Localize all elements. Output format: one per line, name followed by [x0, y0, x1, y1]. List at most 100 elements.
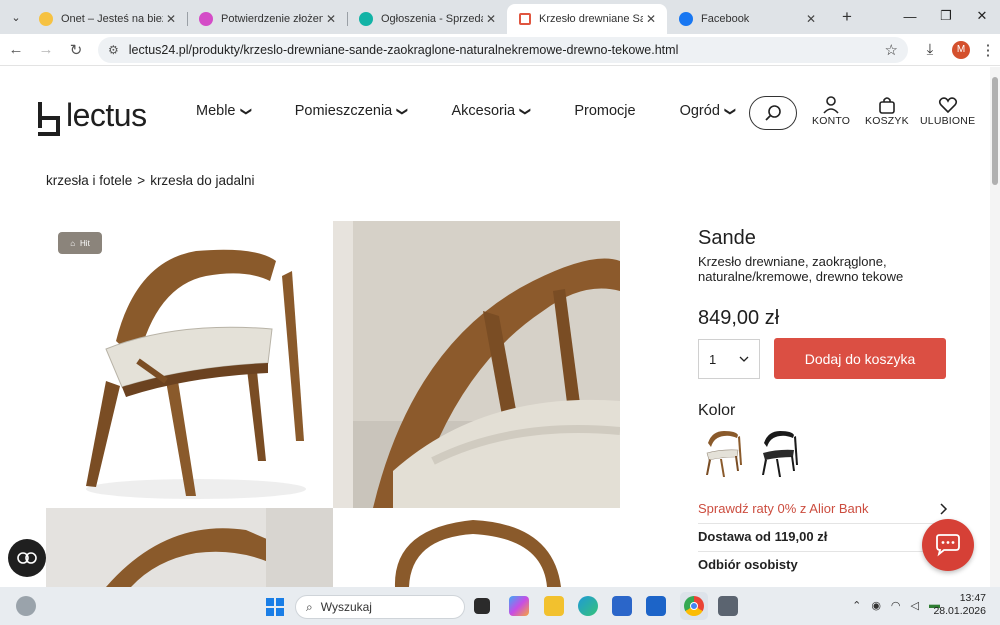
- color-swatch-black[interactable]: [756, 427, 802, 479]
- browser-toolbar: ← → ↻ ⚙ lectus24.pl/produkty/krzeslo-dre…: [0, 34, 1000, 66]
- tab-ogloszenia[interactable]: Ogłoszenia - Sprzedam, k ✕: [347, 4, 507, 34]
- nav-akcesoria[interactable]: Akcesoria ❯: [451, 103, 532, 119]
- nav-ogrod[interactable]: Ogród ❯: [680, 103, 736, 119]
- product-image-main[interactable]: [46, 221, 333, 508]
- add-to-cart-button[interactable]: Dodaj do koszyka: [774, 338, 946, 379]
- tab-krzeslo-sande[interactable]: Krzesło drewniane Sande ✕: [507, 4, 667, 34]
- installments-label: Sprawdź raty 0% z Alior Bank: [698, 501, 869, 516]
- scrollbar-thumb[interactable]: [992, 77, 998, 185]
- color-heading: Kolor: [698, 402, 736, 419]
- tray-chevron-up-icon[interactable]: ⌃: [852, 599, 861, 612]
- bookmark-star-icon[interactable]: ☆: [885, 41, 898, 59]
- tab-close-icon[interactable]: ✕: [803, 12, 819, 26]
- chevron-down-icon: ❯: [396, 106, 409, 116]
- wifi-icon[interactable]: ◠: [891, 599, 901, 612]
- back-icon[interactable]: ←: [2, 36, 30, 64]
- page-scrollbar[interactable]: [990, 67, 1000, 587]
- taskbar-search-box[interactable]: ⌕ Wyszukaj: [295, 595, 465, 619]
- download-icon[interactable]: ⤓: [916, 41, 944, 58]
- security-icon[interactable]: ◉: [871, 599, 881, 612]
- clock-date: 28.01.2026: [933, 605, 986, 617]
- nav-label: Akcesoria: [451, 103, 516, 119]
- quantity-select[interactable]: 1: [698, 339, 760, 379]
- tab-close-icon[interactable]: ✕: [643, 12, 659, 26]
- site-search-button[interactable]: [749, 96, 797, 130]
- site-logo[interactable]: lectus: [36, 97, 147, 136]
- mail-favicon-icon: [199, 12, 213, 26]
- product-image-closeup[interactable]: [333, 221, 620, 508]
- breadcrumb-separator: >: [137, 173, 146, 188]
- product-price: 849,00 zł: [698, 307, 780, 329]
- tab-close-icon[interactable]: ✕: [483, 12, 499, 26]
- tab-facebook[interactable]: Facebook ✕: [667, 4, 827, 34]
- chat-button[interactable]: [922, 519, 974, 571]
- alior-installments-link[interactable]: Sprawdź raty 0% z Alior Bank: [698, 501, 948, 516]
- new-tab-button[interactable]: +: [833, 7, 861, 27]
- nav-meble[interactable]: Meble ❯: [196, 103, 252, 119]
- delivery-info: Dostawa od 119,00 zł: [698, 529, 948, 544]
- account-link[interactable]: KONTO: [812, 95, 850, 127]
- windows-start-icon[interactable]: [266, 598, 284, 616]
- product-image-third[interactable]: [46, 508, 333, 587]
- tab-title: Krzesło drewniane Sande: [539, 13, 643, 25]
- reload-icon[interactable]: ↻: [62, 36, 90, 64]
- tab-title: Facebook: [701, 13, 750, 25]
- minimize-icon[interactable]: —: [892, 0, 928, 32]
- profile-avatar[interactable]: M: [952, 40, 970, 59]
- product-image-fourth[interactable]: [333, 508, 620, 587]
- cart-link[interactable]: KOSZYK: [865, 95, 909, 127]
- tab-close-icon[interactable]: ✕: [323, 12, 339, 26]
- copilot-icon[interactable]: [509, 596, 529, 616]
- store-icon[interactable]: [612, 596, 632, 616]
- chair-back-photo-image: [394, 520, 561, 587]
- favorites-link[interactable]: ULUBIONE: [920, 95, 975, 127]
- restore-icon[interactable]: ❐: [928, 0, 964, 32]
- account-label: KONTO: [812, 115, 851, 127]
- heart-icon: [938, 97, 957, 114]
- user-icon: [823, 96, 839, 114]
- task-view-icon[interactable]: [474, 598, 490, 614]
- hit-tag-icon: ⌂: [70, 238, 76, 248]
- chevron-down-icon: ❯: [239, 106, 252, 116]
- edge-browser-icon[interactable]: [578, 596, 598, 616]
- cookie-settings-button[interactable]: [8, 539, 46, 577]
- chat-bubble-icon: [936, 534, 960, 557]
- logo-text: lectus: [66, 97, 147, 133]
- tab-search-chevron-icon[interactable]: ⌄: [5, 6, 27, 28]
- volume-icon[interactable]: ◁: [911, 599, 919, 612]
- taskbar-clock[interactable]: 13:47 28.01.2026: [933, 592, 986, 618]
- notepad-icon[interactable]: [718, 596, 738, 616]
- tab-onet[interactable]: Onet – Jesteś na bieżąco ✕: [27, 4, 187, 34]
- browser-tab-strip: ⌄ Onet – Jesteś na bieżąco ✕ Potwierdzen…: [0, 0, 1000, 34]
- site-info-icon[interactable]: ⚙: [108, 43, 119, 57]
- nav-promocje[interactable]: Promocje: [574, 103, 635, 119]
- tab-potwierdzenie[interactable]: Potwierdzenie złożenia z ✕: [187, 4, 347, 34]
- forward-icon[interactable]: →: [32, 36, 60, 64]
- nav-label: Pomieszczenia: [294, 103, 393, 119]
- chair-photo-image: [46, 508, 333, 587]
- breadcrumb-item-krzesla-do-jadalni[interactable]: krzesła do jadalni: [150, 173, 254, 188]
- tab-title: Potwierdzenie złożenia z: [221, 13, 323, 25]
- color-swatch-natural[interactable]: [700, 427, 746, 479]
- weather-widget-icon[interactable]: [16, 596, 36, 616]
- address-bar[interactable]: ⚙ lectus24.pl/produkty/krzeslo-drewniane…: [98, 36, 908, 63]
- outlook-icon[interactable]: [646, 596, 666, 616]
- tab-title: Onet – Jesteś na bieżąco: [61, 13, 163, 25]
- chair-closeup-photo-image: [333, 221, 620, 508]
- browser-menu-icon[interactable]: ⋮: [978, 41, 998, 59]
- windows-taskbar: ⌕ Wyszukaj ⌃ ◉ ◠ ◁ ▬ 13:47 28.01.2026: [0, 587, 1000, 625]
- product-subtitle: Krzesło drewniane, zaokrąglone, naturaln…: [698, 254, 904, 284]
- file-explorer-icon[interactable]: [544, 596, 564, 616]
- chevron-down-icon: ❯: [519, 106, 532, 116]
- tab-close-icon[interactable]: ✕: [163, 12, 179, 26]
- breadcrumb-item-krzesla-i-fotele[interactable]: krzesła i fotele: [46, 173, 132, 188]
- lectus-logo-mark-icon: [36, 101, 60, 136]
- cart-bag-icon: [879, 97, 895, 114]
- delivery-label: Dostawa od 119,00 zł: [698, 529, 828, 544]
- close-window-icon[interactable]: ✕: [964, 0, 1000, 32]
- url-text[interactable]: lectus24.pl/produkty/krzeslo-drewniane-s…: [129, 43, 885, 57]
- chrome-active-tile[interactable]: [680, 592, 708, 620]
- pickup-info: Odbiór osobisty: [698, 557, 948, 572]
- divider: [698, 523, 948, 524]
- nav-pomieszczenia[interactable]: Pomieszczenia ❯: [294, 103, 409, 119]
